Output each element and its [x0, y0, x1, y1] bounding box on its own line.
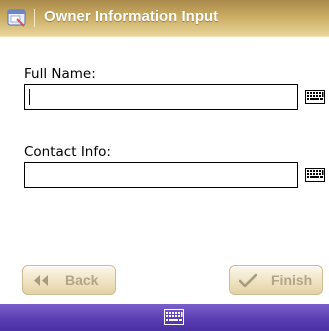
app-window-icon[interactable] — [7, 8, 27, 28]
contact-info-label: Contact Info: — [24, 144, 111, 160]
text-cursor — [29, 89, 30, 105]
checkmark-icon — [239, 273, 257, 288]
title-separator — [34, 9, 35, 27]
keyboard-icon[interactable] — [305, 168, 325, 182]
full-name-field[interactable] — [24, 84, 298, 110]
title-bar: Owner Information Input — [0, 0, 329, 37]
window-title: Owner Information Input — [44, 8, 219, 25]
keyboard-icon[interactable] — [305, 90, 325, 104]
back-label: Back — [65, 272, 99, 288]
back-button[interactable]: Back — [22, 265, 116, 295]
contact-info-field[interactable] — [24, 162, 298, 188]
double-left-arrow-icon — [34, 275, 48, 286]
keyboard-icon[interactable] — [164, 309, 184, 325]
bottom-menu-bar — [0, 304, 329, 331]
full-name-label: Full Name: — [24, 66, 96, 82]
finish-button[interactable]: Finish — [229, 265, 323, 295]
finish-label: Finish — [271, 272, 313, 288]
